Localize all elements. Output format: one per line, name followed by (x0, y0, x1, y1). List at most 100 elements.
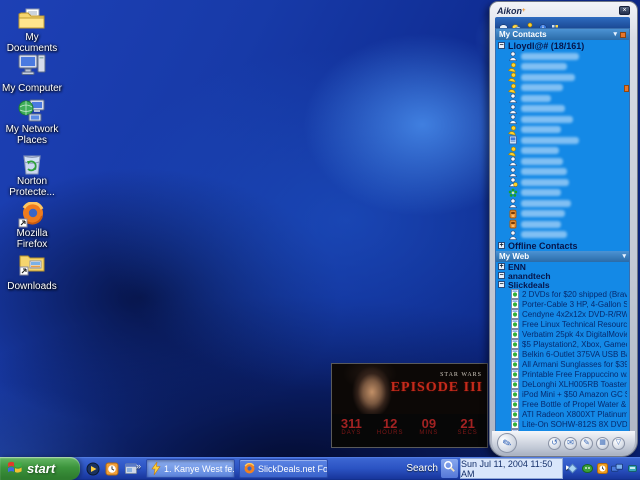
scrollbar-thumb[interactable] (624, 85, 629, 92)
desktop: My Documents My Computer My Network Plac… (0, 0, 640, 480)
search-button[interactable] (441, 459, 458, 478)
feed-item[interactable]: Verbatim 25pk 4x DigitalMovie ... (496, 329, 629, 339)
contact-row[interactable] (496, 198, 629, 209)
contact-row[interactable] (496, 62, 629, 73)
feed-item[interactable]: Cendyne 4x2x12x DVD-R/RW ... (496, 309, 629, 319)
person-white-icon (508, 93, 518, 103)
contact-row[interactable] (496, 188, 629, 199)
chevron-down-icon[interactable]: ▾ (622, 253, 626, 260)
start-button[interactable]: start (0, 457, 80, 480)
task-button[interactable]: 1. Kanye West fe... (146, 459, 235, 478)
desktop-icon[interactable]: My Computer (0, 52, 64, 96)
buddy-icon[interactable] (525, 19, 535, 27)
folder-downloads-icon (0, 250, 64, 276)
web-group-header[interactable]: − anandtech (496, 271, 629, 280)
im-icon[interactable] (499, 19, 508, 27)
feed-item[interactable]: Free Linux Technical Resource ... (496, 319, 629, 329)
windows-icon[interactable]: ▦ (596, 437, 609, 450)
contact-row[interactable] (496, 177, 629, 188)
contact-row[interactable] (496, 51, 629, 62)
web-group-header[interactable]: + ENN (496, 262, 629, 271)
my-contacts-header[interactable]: My Contacts ▾ (496, 29, 629, 40)
setup-icon[interactable] (551, 19, 559, 27)
mobile-device-icon (508, 135, 518, 145)
compose-button[interactable]: ✎ (495, 431, 519, 455)
contact-row[interactable] (496, 209, 629, 220)
feed-item[interactable]: iPod Mini + $50 Amazon GC $2... (496, 389, 629, 399)
contact-row[interactable] (496, 146, 629, 157)
censored-contact-name (521, 84, 563, 91)
feed-item[interactable]: 2 DVDs for $20 shipped (Brave... (496, 289, 629, 299)
ql-player-icon[interactable] (86, 462, 100, 476)
quicklaunch-overflow-chevron[interactable]: » (136, 461, 141, 471)
feed-item-title: iPod Mini + $50 Amazon GC $2... (522, 390, 627, 399)
contact-row[interactable] (496, 125, 629, 136)
desktop-icon-label: My Computer (2, 83, 62, 94)
search-icon (443, 460, 456, 478)
chat-icon[interactable] (512, 19, 521, 27)
web-group-header[interactable]: − Slickdeals (496, 280, 629, 289)
diamond-icon[interactable] (566, 463, 578, 475)
web-group-label: Slickdeals (508, 280, 550, 289)
network-icon[interactable] (611, 463, 623, 475)
contact-row[interactable] (496, 114, 629, 125)
my-web-header[interactable]: My Web ▾ (496, 251, 629, 262)
desktop-icon[interactable]: Downloads (0, 250, 64, 294)
feed-item[interactable]: Lite-On SOHW-812S 8X DVD+/... (496, 419, 629, 429)
chevron-down-icon[interactable]: ▾ (613, 31, 617, 38)
feed-item[interactable]: All Armani Sunglasses for $39 ... (496, 359, 629, 369)
contact-row[interactable] (496, 135, 629, 146)
feed-item[interactable]: ATI Radeon X800XT Platinum 8... (496, 409, 629, 419)
person-white-icon (508, 104, 518, 114)
desktop-icon[interactable]: Norton Protecte... (0, 150, 64, 200)
title-bar[interactable]: Aikon+ × (494, 4, 633, 17)
contact-row[interactable] (496, 83, 629, 94)
contact-row[interactable] (496, 167, 629, 178)
contact-row[interactable] (496, 156, 629, 167)
phone-orange-icon (508, 209, 518, 219)
feed-item[interactable]: Printable Free Frappuccino w/ ... (496, 369, 629, 379)
expand-icon[interactable]: + (498, 263, 505, 270)
feed-item-title: Porter-Cable 3 HP, 4-Gallon Si... (522, 300, 627, 309)
close-button[interactable]: × (619, 6, 630, 15)
censored-contact-name (521, 95, 551, 102)
feed-item[interactable]: Free Bottle of Propel Water & ... (496, 399, 629, 409)
buddy-list-body: My Contacts ▾ − Lloydl@# (18/161) (495, 28, 630, 432)
starwars-countdown-widget[interactable]: STAR WARS EPISODE III 311 DAYS 12 HOURS … (331, 363, 488, 448)
envelope-icon[interactable]: ✉ (564, 437, 577, 450)
feed-item[interactable]: Belkin 6-Outlet 375VA USB Bat... (496, 349, 629, 359)
page-icon (511, 319, 519, 329)
collapse-icon[interactable]: − (498, 42, 505, 49)
desktop-icon[interactable]: Mozilla Firefox (0, 202, 64, 252)
contact-row[interactable] (496, 219, 629, 230)
eject-icon[interactable]: ▽ (612, 437, 625, 450)
desktop-icon[interactable]: My Network Places (0, 98, 64, 148)
expand-icon[interactable]: + (498, 242, 505, 249)
clock-icon[interactable] (596, 463, 608, 475)
info-icon[interactable] (539, 19, 547, 27)
contact-row[interactable] (496, 230, 629, 241)
person-white-icon (508, 230, 518, 240)
device-icon[interactable] (626, 463, 638, 475)
desktop-icon-column: My Documents My Computer My Network Plac… (0, 0, 64, 440)
buddy-group-header[interactable]: − Lloydl@# (18/161) (496, 40, 629, 51)
desktop-icon[interactable]: My Documents (0, 6, 64, 56)
web-group-label: ENN (508, 262, 526, 271)
expand-icon[interactable]: − (498, 272, 505, 279)
offline-contacts-group[interactable]: + Offline Contacts (496, 240, 629, 251)
feed-item[interactable]: $5 Playstation2, Xbox, Gamec... (496, 339, 629, 349)
compose-icon[interactable]: ✎ (580, 437, 593, 450)
messenger-icon[interactable] (581, 463, 593, 475)
starwars-brand-text: STAR WARS (440, 372, 482, 378)
task-button[interactable]: SlickDeals.net Fo... (239, 459, 328, 478)
header-box-button[interactable] (620, 32, 626, 38)
search-deskband[interactable]: Search (392, 457, 458, 480)
contact-row[interactable] (496, 93, 629, 104)
expand-icon[interactable]: − (498, 281, 505, 288)
ql-clock-icon[interactable] (105, 462, 119, 476)
contact-row[interactable] (496, 72, 629, 83)
feed-item[interactable]: DeLonghi XLH005RB Toaster O... (496, 379, 629, 389)
contact-row[interactable] (496, 104, 629, 115)
cycle-arrows-icon[interactable]: ↺ (548, 437, 561, 450)
feed-item[interactable]: Porter-Cable 3 HP, 4-Gallon Si... (496, 299, 629, 309)
